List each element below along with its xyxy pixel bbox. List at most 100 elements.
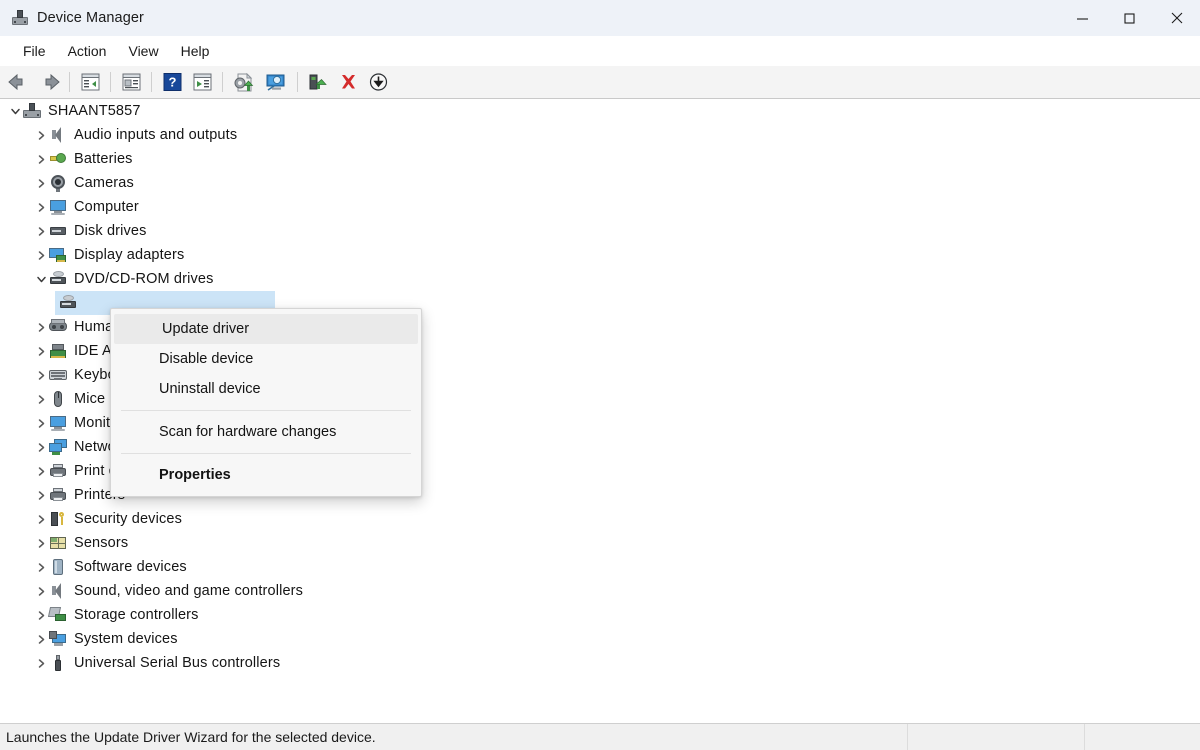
chevron-right-icon[interactable]	[33, 439, 49, 455]
chevron-right-icon[interactable]	[33, 223, 49, 239]
storage-controller-icon	[49, 606, 67, 624]
tree-row-sensors[interactable]: Sensors	[0, 531, 1200, 555]
tree-row-label: Cameras	[74, 175, 134, 191]
usb-icon	[49, 654, 67, 672]
system-device-icon	[49, 630, 67, 648]
context-menu-item-disable-device[interactable]: Disable device	[111, 344, 421, 374]
tree-row-display-adapters[interactable]: Display adapters	[0, 243, 1200, 267]
display-adapter-icon	[49, 246, 67, 264]
printer-icon	[49, 486, 67, 504]
menu-action[interactable]: Action	[57, 40, 118, 63]
maximize-button[interactable]	[1106, 0, 1153, 36]
update-driver-icon[interactable]	[228, 69, 260, 96]
chevron-right-icon[interactable]	[33, 631, 49, 647]
chevron-right-icon[interactable]	[33, 127, 49, 143]
tree-row-dvd-cd-rom-drives[interactable]: DVD/CD-ROM drives	[0, 267, 1200, 291]
tree-row-computer[interactable]: Computer	[0, 195, 1200, 219]
tree-row-label: Computer	[74, 199, 139, 215]
tree-row-label: Batteries	[74, 151, 133, 167]
action-window-icon[interactable]	[187, 69, 217, 96]
chevron-right-icon[interactable]	[33, 199, 49, 215]
tree-row-universal-serial-bus-controllers[interactable]: Universal Serial Bus controllers	[0, 651, 1200, 675]
tree-row-root[interactable]: SHAANT5857	[0, 99, 1200, 123]
camera-icon	[49, 174, 67, 192]
chevron-right-icon[interactable]	[33, 463, 49, 479]
disable-device-icon[interactable]	[363, 69, 393, 96]
context-menu-item-properties[interactable]: Properties	[111, 460, 421, 490]
tree-row-system-devices[interactable]: System devices	[0, 627, 1200, 651]
speaker-icon	[49, 582, 67, 600]
menu-help[interactable]: Help	[170, 40, 221, 63]
tree-row-label: Software devices	[74, 559, 187, 575]
tree-row-storage-controllers[interactable]: Storage controllers	[0, 603, 1200, 627]
show-hide-console-tree-icon[interactable]	[75, 69, 105, 96]
tree-row-batteries[interactable]: Batteries	[0, 147, 1200, 171]
chevron-right-icon[interactable]	[33, 367, 49, 383]
hid-icon	[49, 318, 67, 336]
software-device-icon	[49, 558, 67, 576]
dvd-drive-icon	[59, 294, 77, 312]
context-menu-item-scan-for-hardware-changes[interactable]: Scan for hardware changes	[111, 417, 421, 447]
menu-bar: File Action View Help	[0, 36, 1200, 66]
chevron-right-icon[interactable]	[33, 175, 49, 191]
tree-row-security-devices[interactable]: Security devices	[0, 507, 1200, 531]
tree-row-label: Sensors	[74, 535, 128, 551]
computer-root-icon	[23, 102, 41, 120]
tree-row-label: Disk drives	[74, 223, 147, 239]
chevron-right-icon[interactable]	[33, 343, 49, 359]
enable-device-icon[interactable]	[303, 69, 333, 96]
tree-row-label: System devices	[74, 631, 178, 647]
forward-arrow-icon[interactable]	[34, 69, 64, 96]
chevron-right-icon[interactable]	[33, 511, 49, 527]
svg-text:?: ?	[168, 75, 176, 90]
uninstall-device-icon[interactable]	[333, 69, 363, 96]
chevron-right-icon[interactable]	[33, 151, 49, 167]
chevron-right-icon[interactable]	[33, 391, 49, 407]
chevron-down-icon[interactable]	[33, 271, 49, 287]
tree-row-disk-drives[interactable]: Disk drives	[0, 219, 1200, 243]
ide-controller-icon	[49, 342, 67, 360]
tree-row-software-devices[interactable]: Software devices	[0, 555, 1200, 579]
network-adapter-icon	[49, 438, 67, 456]
close-button[interactable]	[1153, 0, 1200, 36]
chevron-right-icon[interactable]	[33, 487, 49, 503]
status-pane-secondary	[908, 724, 1085, 750]
monitor-icon	[49, 198, 67, 216]
tree-row-cameras[interactable]: Cameras	[0, 171, 1200, 195]
menu-file[interactable]: File	[12, 40, 57, 63]
chevron-right-icon[interactable]	[33, 415, 49, 431]
chevron-right-icon[interactable]	[33, 319, 49, 335]
monitor-icon	[49, 414, 67, 432]
context-menu: Update driver Disable device Uninstall d…	[110, 308, 422, 497]
context-menu-item-uninstall-device[interactable]: Uninstall device	[111, 374, 421, 404]
status-text: Launches the Update Driver Wizard for th…	[6, 729, 376, 745]
tree-row-label: Audio inputs and outputs	[74, 127, 237, 143]
tree-row-audio-inputs-and-outputs[interactable]: Audio inputs and outputs	[0, 123, 1200, 147]
scan-for-hardware-changes-icon[interactable]	[260, 69, 292, 96]
tree-row-sound-video-and-game-controllers[interactable]: Sound, video and game controllers	[0, 579, 1200, 603]
toolbar-separator	[151, 72, 152, 92]
chevron-right-icon[interactable]	[33, 607, 49, 623]
back-arrow-icon[interactable]	[4, 69, 34, 96]
chevron-right-icon[interactable]	[33, 247, 49, 263]
tree-row-label: Display adapters	[74, 247, 184, 263]
minimize-button[interactable]	[1059, 0, 1106, 36]
menu-view[interactable]: View	[117, 40, 169, 63]
dvd-drive-icon	[49, 270, 67, 288]
toolbar-separator	[222, 72, 223, 92]
chevron-right-icon[interactable]	[33, 559, 49, 575]
context-menu-separator	[121, 453, 411, 454]
context-menu-item-update-driver[interactable]: Update driver	[114, 314, 418, 344]
sensor-icon	[49, 534, 67, 552]
chevron-right-icon[interactable]	[33, 655, 49, 671]
chevron-right-icon[interactable]	[33, 535, 49, 551]
battery-icon	[49, 150, 67, 168]
chevron-right-icon[interactable]	[33, 583, 49, 599]
security-device-icon	[49, 510, 67, 528]
help-icon[interactable]: ?	[157, 69, 187, 96]
chevron-down-icon[interactable]	[7, 103, 23, 119]
properties-window-icon[interactable]	[116, 69, 146, 96]
toolbar-separator	[69, 72, 70, 92]
tree-row-label: Storage controllers	[74, 607, 199, 623]
status-bar: Launches the Update Driver Wizard for th…	[0, 723, 1200, 750]
